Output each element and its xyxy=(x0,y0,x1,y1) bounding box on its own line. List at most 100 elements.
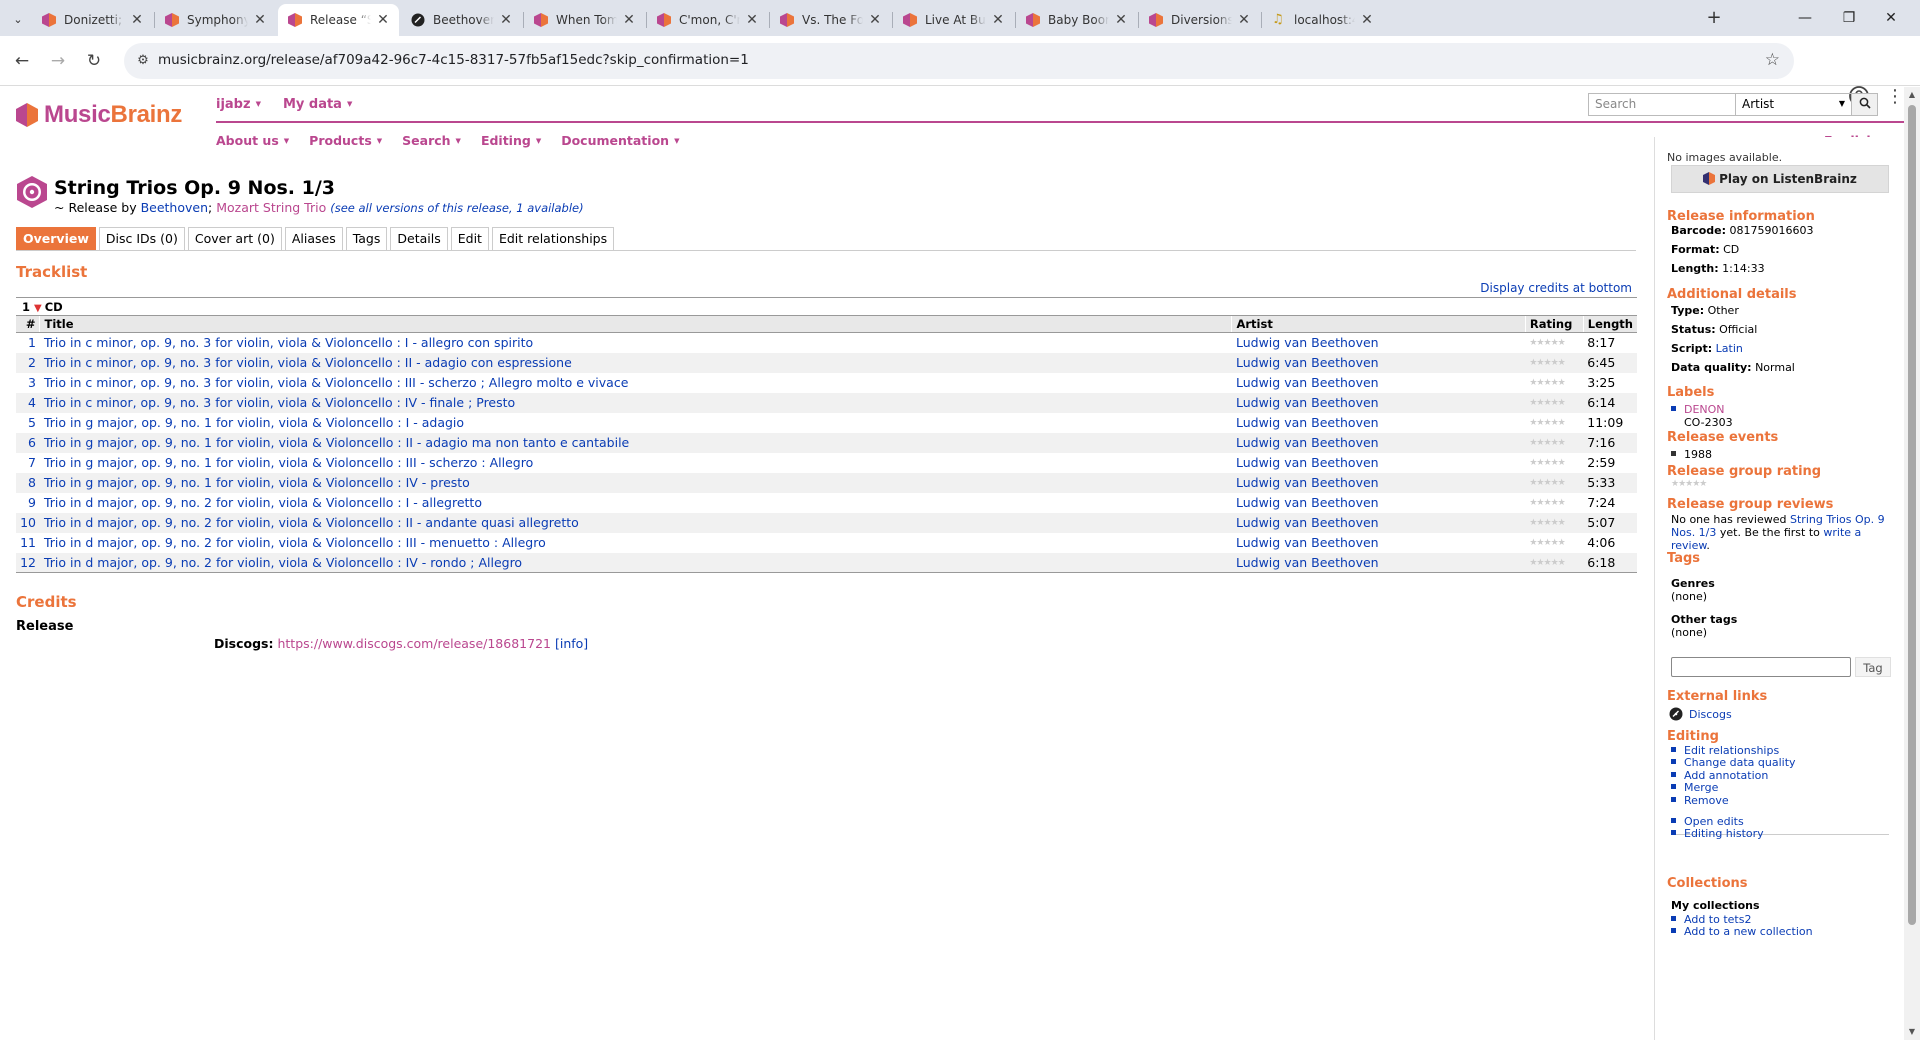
page-scrollbar[interactable]: ▲ ▼ xyxy=(1904,87,1920,1040)
browser-tab[interactable]: When Tomorro ✕ xyxy=(524,4,645,36)
track-artist-link[interactable]: Ludwig van Beethoven xyxy=(1236,415,1379,430)
track-title-link[interactable]: Trio in g major, op. 9, no. 1 for violin… xyxy=(44,435,629,450)
browser-tab[interactable]: Live At Budoka ✕ xyxy=(893,4,1014,36)
track-artist-link[interactable]: Ludwig van Beethoven xyxy=(1236,355,1379,370)
nav-documentation[interactable]: Documentation ▼ xyxy=(561,133,679,148)
all-versions-link[interactable]: (see all versions of this release, 1 ava… xyxy=(330,201,583,215)
browser-tab[interactable]: Donizetti; Bellini ✕ xyxy=(32,4,153,36)
track-rating-stars[interactable]: ★★★★★ xyxy=(1525,333,1583,353)
track-rating-stars[interactable]: ★★★★★ xyxy=(1525,552,1584,573)
new-tab-button[interactable]: + xyxy=(1703,8,1725,30)
track-artist-link[interactable]: Ludwig van Beethoven xyxy=(1236,535,1379,550)
track-artist-link[interactable]: Ludwig van Beethoven xyxy=(1236,395,1379,410)
track-artist-link[interactable]: Ludwig van Beethoven xyxy=(1236,495,1379,510)
track-title-link[interactable]: Trio in d major, op. 9, no. 2 for violin… xyxy=(44,535,546,550)
artist-link-mozart-string-trio[interactable]: Mozart String Trio xyxy=(216,200,326,215)
track-rating-stars[interactable]: ★★★★★ xyxy=(1525,512,1584,533)
track-rating-stars[interactable]: ★★★★★ xyxy=(1525,413,1583,433)
tab-edit[interactable]: Edit xyxy=(450,227,489,251)
track-artist-link[interactable]: Ludwig van Beethoven xyxy=(1236,475,1379,490)
reload-icon[interactable]: ↻ xyxy=(82,49,106,73)
track-rating-stars[interactable]: ★★★★★ xyxy=(1525,472,1584,493)
external-link-discogs[interactable]: Discogs xyxy=(1669,707,1732,721)
restore-icon[interactable]: ❐ xyxy=(1834,6,1864,30)
tab-close-icon[interactable]: ✕ xyxy=(1359,12,1375,28)
window-close-icon[interactable]: ✕ xyxy=(1876,6,1906,30)
track-title-link[interactable]: Trio in g major, op. 9, no. 1 for violin… xyxy=(44,455,533,470)
track-rating-stars[interactable]: ★★★★★ xyxy=(1525,432,1584,453)
discogs-release-link[interactable]: https://www.discogs.com/release/18681721 xyxy=(277,636,551,651)
tab-overview[interactable]: Overview xyxy=(16,227,96,251)
tab-close-icon[interactable]: ✕ xyxy=(129,12,145,28)
display-credits-link[interactable]: Display credits at bottom xyxy=(1480,281,1632,295)
url-text[interactable]: musicbrainz.org/release/af709a42-96c7-4c… xyxy=(158,52,749,68)
track-rating-stars[interactable]: ★★★★★ xyxy=(1525,352,1584,373)
track-title-link[interactable]: Trio in c minor, op. 9, no. 3 for violin… xyxy=(44,395,515,410)
track-title-link[interactable]: Trio in c minor, op. 9, no. 3 for violin… xyxy=(44,335,533,350)
add-to-a-new-collection-link[interactable]: Add to a new collection xyxy=(1684,925,1813,938)
browser-tab[interactable]: ♫ localhost:4567 ✕ xyxy=(1262,4,1383,36)
add-annotation-link[interactable]: Add annotation xyxy=(1684,769,1768,782)
tab-close-icon[interactable]: ✕ xyxy=(1113,12,1129,28)
edit-relationships-link[interactable]: Edit relationships xyxy=(1684,744,1779,757)
medium-header[interactable]: 1 ▼ CD xyxy=(16,297,1637,315)
tag-button[interactable]: Tag xyxy=(1855,657,1891,677)
track-artist-link[interactable]: Ludwig van Beethoven xyxy=(1236,555,1379,570)
tab-disc-ids-0[interactable]: Disc IDs (0) xyxy=(98,227,185,251)
tab-close-icon[interactable]: ✕ xyxy=(744,12,760,28)
track-title-link[interactable]: Trio in g major, op. 9, no. 1 for violin… xyxy=(44,415,464,430)
search-type-select[interactable]: Artist ▼ xyxy=(1736,93,1852,116)
track-artist-link[interactable]: Ludwig van Beethoven xyxy=(1236,375,1379,390)
header-search-input[interactable]: Search xyxy=(1588,93,1736,116)
play-on-listenbrainz-button[interactable]: Play on ListenBrainz xyxy=(1671,165,1889,193)
tab-search-chevron-icon[interactable]: ⌄ xyxy=(6,7,30,31)
open-edits-link[interactable]: Open edits xyxy=(1684,815,1744,828)
track-rating-stars[interactable]: ★★★★★ xyxy=(1525,493,1583,513)
tab-tags[interactable]: Tags xyxy=(345,227,388,251)
track-artist-link[interactable]: Ludwig van Beethoven xyxy=(1236,455,1379,470)
add-to-tets2-link[interactable]: Add to tets2 xyxy=(1684,913,1751,926)
forward-icon[interactable]: → xyxy=(46,49,70,73)
track-title-link[interactable]: Trio in d major, op. 9, no. 2 for violin… xyxy=(44,515,579,530)
track-title-link[interactable]: Trio in c minor, op. 9, no. 3 for violin… xyxy=(44,375,628,390)
track-title-link[interactable]: Trio in d major, op. 9, no. 2 for violin… xyxy=(44,495,482,510)
track-rating-stars[interactable]: ★★★★★ xyxy=(1525,533,1583,553)
back-icon[interactable]: ← xyxy=(10,49,34,73)
track-title-link[interactable]: Trio in d major, op. 9, no. 2 for violin… xyxy=(44,555,522,570)
tab-close-icon[interactable]: ✕ xyxy=(990,12,1006,28)
browser-tab[interactable]: Baby Boomer C ✕ xyxy=(1016,4,1137,36)
discogs-link[interactable]: Discogs xyxy=(1689,708,1732,721)
tab-aliases[interactable]: Aliases xyxy=(284,227,343,251)
change-data-quality-link[interactable]: Change data quality xyxy=(1684,756,1796,769)
search-button[interactable] xyxy=(1852,93,1878,116)
credit-info-link[interactable]: [info] xyxy=(555,636,588,651)
nav-editing[interactable]: Editing ▼ xyxy=(481,133,541,148)
track-rating-stars[interactable]: ★★★★★ xyxy=(1525,453,1583,473)
track-artist-link[interactable]: Ludwig van Beethoven xyxy=(1236,515,1379,530)
tab-close-icon[interactable]: ✕ xyxy=(498,12,514,28)
rg-rating-stars[interactable]: ★★★★★ xyxy=(1671,479,1707,489)
scroll-up-icon[interactable]: ▲ xyxy=(1907,90,1917,99)
track-artist-link[interactable]: Ludwig van Beethoven xyxy=(1236,435,1379,450)
nav-about-us[interactable]: About us ▼ xyxy=(216,133,289,148)
tab-details[interactable]: Details xyxy=(390,227,448,251)
my-data-menu[interactable]: My data ▼ xyxy=(283,97,352,112)
tab-close-icon[interactable]: ✕ xyxy=(1236,12,1252,28)
tag-input[interactable] xyxy=(1671,657,1851,677)
track-rating-stars[interactable]: ★★★★★ xyxy=(1525,392,1584,413)
label-link-denon[interactable]: DENON xyxy=(1684,403,1725,416)
track-rating-stars[interactable]: ★★★★★ xyxy=(1525,373,1583,393)
browser-tab[interactable]: Diversions With ✕ xyxy=(1139,4,1260,36)
track-title-link[interactable]: Trio in g major, op. 9, no. 1 for violin… xyxy=(44,475,470,490)
tab-edit-relationships[interactable]: Edit relationships xyxy=(491,227,615,251)
nav-search[interactable]: Search ▼ xyxy=(402,133,461,148)
nav-products[interactable]: Products ▼ xyxy=(309,133,382,148)
browser-tab[interactable]: Symphony No. ✕ xyxy=(155,4,276,36)
scrollbar-thumb[interactable] xyxy=(1908,105,1916,925)
address-bar[interactable]: ⚙ musicbrainz.org/release/af709a42-96c7-… xyxy=(124,43,1794,79)
site-info-icon[interactable]: ⚙ xyxy=(134,52,152,70)
editing-history-link[interactable]: Editing history xyxy=(1684,827,1764,840)
tab-close-icon[interactable]: ✕ xyxy=(621,12,637,28)
browser-tab[interactable]: Release “String ✕ xyxy=(278,4,399,36)
user-menu[interactable]: ijabz ▼ xyxy=(216,97,261,112)
